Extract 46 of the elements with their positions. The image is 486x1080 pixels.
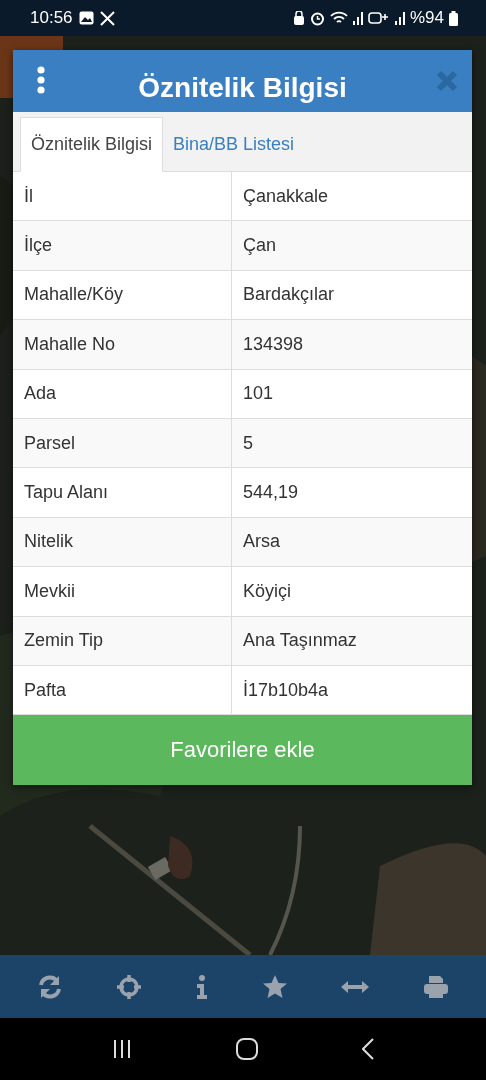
clock-time: 10:56 — [30, 8, 73, 28]
lock-icon — [292, 11, 305, 25]
battery-percent: %94 — [409, 8, 444, 28]
attribute-value: Arsa — [231, 517, 472, 567]
attribute-value: 134398 — [231, 320, 472, 369]
dialog-title: Öznitelik Bilgisi — [138, 72, 347, 104]
attribute-name: Mevkii — [23, 579, 76, 603]
recent-apps-icon[interactable] — [112, 1040, 132, 1058]
back-icon[interactable] — [362, 1038, 374, 1060]
crosshair-icon[interactable] — [116, 973, 143, 1000]
attribute-value: Ana Taşınmaz — [231, 616, 472, 665]
attribute-name: Mahalle/Köy — [23, 283, 125, 307]
attribute-value: İ17b10b4a — [231, 665, 472, 715]
attribute-value: Çanakkale — [231, 172, 472, 221]
wifi-icon — [329, 11, 348, 25]
home-icon[interactable] — [236, 1038, 258, 1060]
attribute-name: Mahalle No — [23, 332, 117, 356]
printer-icon[interactable] — [423, 974, 450, 999]
x-icon — [99, 10, 115, 26]
attribute-name: Nitelik — [23, 530, 74, 554]
attribute-name: Tapu Alanı — [23, 481, 110, 505]
attribute-value: 5 — [231, 418, 472, 468]
horizontal-arrows-icon[interactable] — [341, 979, 370, 994]
attribute-value: 101 — [231, 369, 472, 418]
attribute-name: İlçe — [23, 234, 53, 258]
battery-icon — [449, 10, 458, 26]
info-icon[interactable] — [196, 974, 209, 999]
attribute-name: Zemin Tip — [23, 629, 105, 653]
menu-icon[interactable] — [37, 66, 45, 94]
image-icon — [78, 11, 94, 25]
attribute-value: Çan — [231, 221, 472, 270]
attribute-value: Bardakçılar — [231, 270, 472, 320]
tab[interactable]: Öznitelik Bilgisi — [20, 117, 164, 172]
signal-icon — [394, 11, 405, 25]
star-icon[interactable] — [261, 974, 288, 999]
attribute-value: Köyiçi — [231, 567, 472, 616]
attribute-name: Parsel — [23, 431, 77, 455]
attribute-name: İl — [23, 184, 34, 208]
attribute-name: Ada — [23, 382, 58, 406]
attribute-value: 544,19 — [231, 468, 472, 517]
add-favorites-button[interactable]: Favorilere ekle — [13, 715, 472, 786]
alarm-icon — [309, 10, 325, 26]
attribute-name: Pafta — [23, 678, 68, 702]
refresh-icon[interactable] — [36, 973, 63, 1000]
tab[interactable]: Bina/BB Listesi — [163, 117, 305, 172]
signal-icon — [352, 11, 363, 25]
